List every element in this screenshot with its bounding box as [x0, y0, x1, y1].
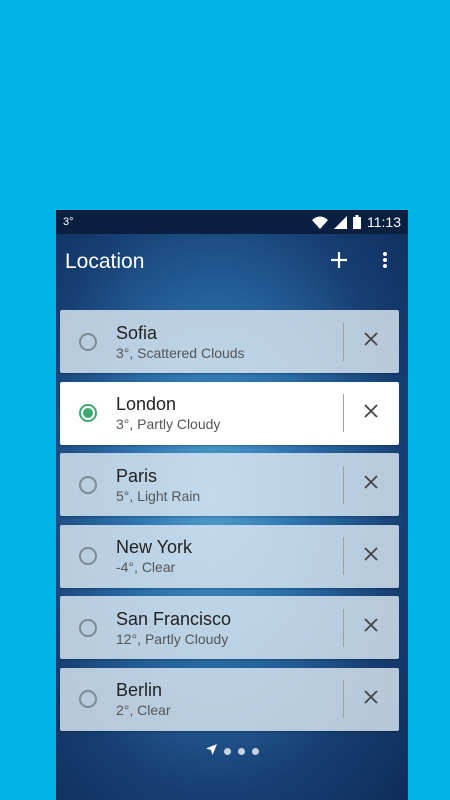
- add-location-button[interactable]: [316, 239, 362, 285]
- location-item-berlin[interactable]: Berlin 2°, Clear: [60, 667, 399, 731]
- location-radio[interactable]: [79, 618, 97, 637]
- location-city: New York: [116, 537, 193, 557]
- signal-icon: [334, 215, 347, 229]
- remove-location-button[interactable]: [360, 331, 382, 353]
- location-city: Sofia: [116, 322, 158, 343]
- location-weather: 3°, Scattered Clouds: [116, 344, 245, 361]
- location-radio[interactable]: [79, 475, 97, 494]
- close-icon: [364, 689, 378, 709]
- remove-location-button[interactable]: [360, 474, 382, 496]
- remove-location-button[interactable]: [360, 688, 382, 710]
- close-icon: [364, 332, 378, 351]
- location-city: Paris: [116, 465, 158, 486]
- navigation-arrow-icon: [205, 742, 217, 760]
- location-radio[interactable]: [79, 547, 97, 565]
- location-item-sofia[interactable]: Sofia 3°, Scattered Clouds: [60, 310, 399, 373]
- close-icon: [364, 546, 378, 566]
- status-bar: 3° 11:13: [56, 210, 408, 234]
- divider: [343, 322, 344, 361]
- battery-icon: [353, 215, 361, 229]
- location-weather: 12°, Partly Cloudy: [116, 630, 229, 647]
- phone-screen: 3° 11:13 Location Sofia 3°, Scattered Cl…: [56, 210, 408, 800]
- location-city: San Francisco: [116, 608, 232, 629]
- status-time: 11:13: [367, 214, 401, 230]
- divider: [343, 608, 344, 647]
- overflow-menu-button[interactable]: [362, 239, 408, 285]
- location-radio[interactable]: [79, 332, 97, 351]
- divider: [343, 537, 344, 575]
- location-city: London: [116, 394, 177, 414]
- page-dot[interactable]: [251, 747, 259, 755]
- page-indicator[interactable]: [56, 742, 408, 760]
- close-icon: [364, 475, 378, 494]
- divider: [343, 394, 344, 432]
- location-radio[interactable]: [79, 404, 97, 422]
- divider: [343, 465, 344, 504]
- divider: [343, 680, 344, 718]
- remove-location-button[interactable]: [360, 617, 382, 639]
- plus-icon: [330, 251, 348, 274]
- location-weather: -4°, Clear: [116, 559, 176, 575]
- location-item-london[interactable]: London 3°, Partly Cloudy: [60, 381, 399, 445]
- location-list: Sofia 3°, Scattered Clouds London 3°, Pa…: [60, 310, 399, 739]
- location-radio[interactable]: [79, 690, 97, 708]
- location-city: Berlin: [116, 680, 163, 700]
- close-icon: [364, 618, 378, 637]
- location-weather: 2°, Clear: [116, 702, 171, 718]
- remove-location-button[interactable]: [360, 545, 382, 567]
- location-item-paris[interactable]: Paris 5°, Light Rain: [60, 453, 399, 516]
- more-vert-icon: [382, 251, 388, 274]
- remove-location-button[interactable]: [360, 402, 382, 424]
- location-item-san-francisco[interactable]: San Francisco 12°, Partly Cloudy: [60, 596, 399, 659]
- close-icon: [364, 403, 378, 423]
- location-weather: 3°, Partly Cloudy: [116, 416, 221, 432]
- wifi-icon: [312, 216, 328, 229]
- page-dot[interactable]: [223, 747, 231, 755]
- page-dot[interactable]: [237, 747, 245, 755]
- location-weather: 5°, Light Rain: [116, 487, 201, 504]
- location-item-new-york[interactable]: New York -4°, Clear: [60, 524, 399, 588]
- status-temperature: 3°: [63, 216, 74, 228]
- app-bar: Location: [56, 234, 408, 290]
- page-title: Location: [65, 250, 145, 273]
